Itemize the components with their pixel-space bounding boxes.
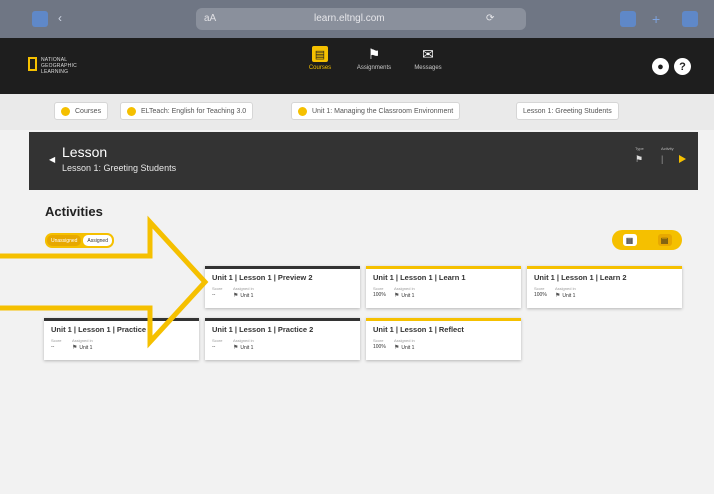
filter-assigned[interactable]: Assigned — [83, 235, 112, 246]
breadcrumb-unit[interactable]: Unit 1: Managing the Classroom Environme… — [291, 102, 461, 120]
filter-unassigned[interactable]: Unassigned — [47, 235, 82, 246]
help-icon[interactable]: ? — [674, 58, 691, 75]
activity-card-preview-2[interactable]: Unit 1 | Lesson 1 | Preview 2 Score Assi… — [205, 266, 360, 308]
grid-view-icon[interactable]: ▦ — [622, 234, 637, 246]
flag-icon: ⚑ — [233, 293, 239, 299]
unit-dot-icon — [298, 106, 307, 116]
tabs-icon[interactable] — [682, 11, 698, 27]
ng-yellow-border-icon — [28, 57, 37, 71]
nav-assignments[interactable]: ⚑ Assignments — [354, 45, 394, 72]
flag-icon: ⚑ — [394, 293, 400, 299]
url-text: learn.eltngl.com — [314, 13, 385, 24]
nav-courses[interactable]: ▤ Courses — [300, 46, 340, 71]
course-dot-icon — [127, 106, 136, 116]
flag-icon: ⚑ — [72, 345, 78, 351]
browser-toolbar: ‹ aA learn.eltngl.com ⟳ + — [0, 0, 714, 38]
flag-icon: ⚑ — [635, 154, 644, 164]
nav-messages[interactable]: ✉ Messages — [408, 45, 448, 72]
user-account-icon[interactable]: ● — [652, 58, 669, 75]
course-dot-icon — [61, 106, 70, 116]
play-icon[interactable] — [679, 155, 686, 163]
activity-card-practice-1[interactable]: Unit 1 | Lesson 1 | Practice 1 Score Ass… — [44, 318, 199, 360]
share-icon[interactable] — [620, 11, 636, 27]
lesson-meta: Type Activity ⚑ | — [635, 146, 691, 170]
course-book-icon: ▤ — [312, 46, 328, 62]
reader-text-size[interactable]: aA — [204, 13, 216, 24]
list-view-icon[interactable]: ▤ — [657, 234, 672, 246]
breadcrumb-lesson[interactable]: Lesson 1: Greeting Students — [516, 102, 619, 120]
activity-card-learn-1[interactable]: Unit 1 | Lesson 1 | Learn 1 Score Assign… — [366, 266, 521, 308]
flag-icon: ⚑ — [555, 293, 561, 299]
flag-icon: ⚑ — [367, 45, 381, 62]
assignment-filter-toggle: Unassigned Assigned — [45, 233, 114, 248]
flag-icon: ⚑ — [394, 345, 400, 351]
app-header: NATIONAL GEOGRAPHIC LEARNING ▤ Courses ⚑… — [0, 38, 714, 94]
lesson-title: Lesson — [62, 144, 108, 160]
activity-card-practice-2[interactable]: Unit 1 | Lesson 1 | Practice 2 Score Ass… — [205, 318, 360, 360]
activity-card-learn-2[interactable]: Unit 1 | Lesson 1 | Learn 2 Score Assign… — [527, 266, 682, 308]
activities-heading: Activities — [45, 204, 103, 219]
view-mode-toggle: ▦ ▤ — [612, 230, 682, 250]
back-icon[interactable]: ‹ — [58, 11, 74, 27]
breadcrumb: Courses ELTeach: English for Teaching 3.… — [0, 94, 714, 130]
address-bar[interactable]: aA learn.eltngl.com ⟳ — [196, 8, 526, 30]
breadcrumb-course[interactable]: ELTeach: English for Teaching 3.0 — [120, 102, 254, 120]
lesson-header: ◀ Lesson Lesson 1: Greeting Students Typ… — [29, 132, 698, 190]
flag-icon: ⚑ — [233, 345, 239, 351]
activity-card-reflect[interactable]: Unit 1 | Lesson 1 | Reflect Score Assign… — [366, 318, 521, 360]
new-tab-icon[interactable]: + — [652, 11, 668, 27]
back-chevron-icon[interactable]: ◀ — [49, 155, 55, 164]
envelope-icon: ✉ — [422, 45, 434, 62]
divider: | — [661, 154, 664, 164]
breadcrumb-courses[interactable]: Courses — [54, 102, 109, 120]
main-nav: ▤ Courses ⚑ Assignments ✉ Messages — [300, 45, 448, 72]
reload-icon[interactable]: ⟳ — [486, 13, 494, 24]
lesson-subtitle: Lesson 1: Greeting Students — [62, 163, 177, 173]
sidebar-icon[interactable] — [32, 11, 48, 27]
national-geographic-logo[interactable]: NATIONAL GEOGRAPHIC LEARNING — [28, 57, 77, 75]
